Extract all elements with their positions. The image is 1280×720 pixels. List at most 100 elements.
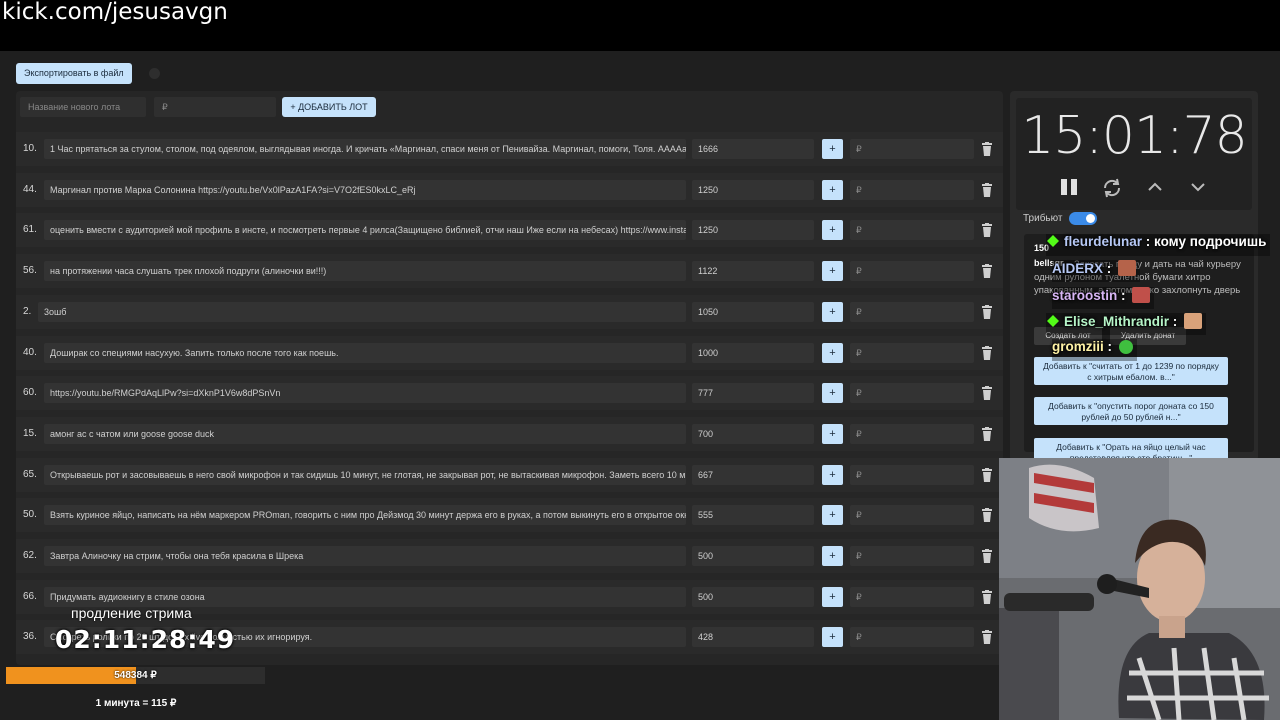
add-amount-button[interactable]: + [822, 261, 843, 281]
lot-name-input[interactable]: https://youtu.be/RMGPdAqLlPw?si=dXknP1V6… [44, 383, 686, 403]
lot-amount-input[interactable]: ₽ [850, 302, 974, 322]
trash-icon[interactable] [982, 386, 992, 400]
trash-icon[interactable] [982, 183, 992, 197]
add-amount-button[interactable]: + [822, 505, 843, 525]
lot-amount-input[interactable]: ₽ [850, 587, 974, 607]
add-amount-button[interactable]: + [822, 220, 843, 240]
lot-amount-input[interactable]: ₽ [850, 424, 974, 444]
lot-amount-input[interactable]: ₽ [850, 627, 974, 647]
trash-icon[interactable] [982, 305, 992, 319]
lot-amount-input[interactable]: ₽ [850, 261, 974, 281]
webcam-image [999, 458, 1280, 720]
lot-number: 44. [23, 184, 37, 195]
lot-price-input[interactable]: 1122 [692, 261, 814, 281]
emote-icon [1118, 260, 1137, 276]
lot-price-input[interactable]: 1250 [692, 180, 814, 200]
lot-row: 15. амонг ас с чатом или goose goose duck… [16, 417, 1003, 451]
lot-price-input[interactable]: 1666 [692, 139, 814, 159]
lot-price-input[interactable]: 1250 [692, 220, 814, 240]
lot-price-input[interactable]: 667 [692, 465, 814, 485]
lot-price-input[interactable]: 500 [692, 546, 814, 566]
add-lot-button[interactable]: + ДОБАВИТЬ ЛОТ [282, 97, 376, 117]
add-amount-button[interactable]: + [822, 627, 843, 647]
trash-icon[interactable] [982, 630, 992, 644]
add-amount-button[interactable]: + [822, 302, 843, 322]
chevron-up-icon[interactable] [1147, 181, 1163, 193]
lot-number: 10. [23, 143, 37, 154]
lot-price-input[interactable]: 700 [692, 424, 814, 444]
trash-icon[interactable] [982, 549, 992, 563]
lot-row: 40. Доширак со специями насухую. Запить т… [16, 336, 1003, 370]
chevron-down-icon[interactable] [1190, 181, 1206, 193]
lot-number: 61. [23, 224, 37, 235]
stream-extension-label: продление стрима [71, 605, 192, 621]
reset-icon[interactable] [1101, 178, 1123, 198]
lot-row: 50. Взять куриное яйцо, написать на нём м… [16, 498, 1003, 532]
suggestion-button[interactable]: Добавить к "считать от 1 до 1239 по поря… [1034, 357, 1228, 385]
chat-message: Elise_Mithrandir : [1046, 313, 1207, 335]
lot-price-input[interactable]: 555 [692, 505, 814, 525]
lot-name-input[interactable]: Открываешь рот и засовываешь в него свой… [44, 465, 686, 485]
lot-row: 10. 1 Час прятаться за стулом, столом, по… [16, 132, 1003, 166]
add-amount-button[interactable]: + [822, 465, 843, 485]
lot-amount-input[interactable]: ₽ [850, 139, 974, 159]
export-to-file-button[interactable]: Экспортировать в файл [16, 63, 132, 84]
collected-amount: 548384 ₽ [114, 670, 157, 681]
lot-amount-input[interactable]: ₽ [850, 343, 974, 363]
pause-icon[interactable] [1060, 178, 1078, 196]
lot-price-input[interactable]: 1000 [692, 343, 814, 363]
lot-name-input[interactable]: 3ошб [38, 302, 686, 322]
trash-icon[interactable] [982, 264, 992, 278]
lot-amount-input[interactable]: ₽ [850, 546, 974, 566]
chat-username: staroostin [1052, 288, 1118, 303]
lot-name-input[interactable]: Придумать аудиокнигу в стиле озона [44, 587, 686, 607]
trash-icon[interactable] [982, 142, 992, 156]
timer-box: 15:01:78 [1016, 98, 1252, 210]
trash-icon[interactable] [982, 468, 992, 482]
lot-name-input[interactable]: Маргинал против Марка Солонина https://y… [44, 180, 686, 200]
lot-row: 56. на протяжении часа слушать трек плохо… [16, 254, 1003, 288]
tribute-toggle[interactable] [1069, 212, 1097, 225]
trash-icon[interactable] [982, 346, 992, 360]
lot-price-input[interactable]: 1050 [692, 302, 814, 322]
lot-name-input[interactable]: Взять куриное яйцо, написать на нём марк… [44, 505, 686, 525]
new-lot-name-input[interactable]: Название нового лота [20, 97, 146, 117]
lot-price-input[interactable]: 777 [692, 383, 814, 403]
status-dot [149, 68, 160, 79]
lot-name-input[interactable]: на протяжении часа слушать трек плохой п… [44, 261, 686, 281]
emote-icon [1184, 313, 1203, 329]
suggestion-button[interactable]: Добавить к "опустить порог доната со 150… [1034, 397, 1228, 425]
lot-amount-input[interactable]: ₽ [850, 505, 974, 525]
lot-name-input[interactable]: 1 Час прятаться за стулом, столом, под о… [44, 139, 686, 159]
chat-username: Elise_Mithrandir [1064, 314, 1170, 329]
new-lot-row: Название нового лота ₽ + ДОБАВИТЬ ЛОТ [20, 97, 1000, 117]
sub-badge-icon [1047, 235, 1059, 247]
add-amount-button[interactable]: + [822, 383, 843, 403]
lot-price-input[interactable]: 500 [692, 587, 814, 607]
add-amount-button[interactable]: + [822, 546, 843, 566]
lot-name-input[interactable]: Доширак со специями насухую. Запить толь… [44, 343, 686, 363]
lot-name-input[interactable]: оценить вмести с аудиторией мой профиль … [44, 220, 686, 240]
lot-amount-input[interactable]: ₽ [850, 220, 974, 240]
trash-icon[interactable] [982, 590, 992, 604]
new-lot-price-input[interactable]: ₽ [154, 97, 276, 117]
add-amount-button[interactable]: + [822, 180, 843, 200]
trash-icon[interactable] [982, 223, 992, 237]
lot-name-input[interactable]: амонг ас с чатом или goose goose duck [44, 424, 686, 444]
trash-icon[interactable] [982, 427, 992, 441]
chat-message: staroostin : [1052, 287, 1155, 309]
add-amount-button[interactable]: + [822, 139, 843, 159]
lot-amount-input[interactable]: ₽ [850, 180, 974, 200]
tribute-label: Трибьют [1023, 213, 1063, 224]
add-amount-button[interactable]: + [822, 343, 843, 363]
lot-price-input[interactable]: 428 [692, 627, 814, 647]
rate-label: 1 минута = 115 ₽ [95, 698, 177, 709]
chat-text: кому подрочишь [1154, 234, 1267, 249]
trash-icon[interactable] [982, 508, 992, 522]
lot-number: 60. [23, 387, 37, 398]
lot-name-input[interactable]: Завтра Алиночку на стрим, чтобы она тебя… [44, 546, 686, 566]
add-amount-button[interactable]: + [822, 424, 843, 444]
lot-amount-input[interactable]: ₽ [850, 465, 974, 485]
lot-amount-input[interactable]: ₽ [850, 383, 974, 403]
add-amount-button[interactable]: + [822, 587, 843, 607]
